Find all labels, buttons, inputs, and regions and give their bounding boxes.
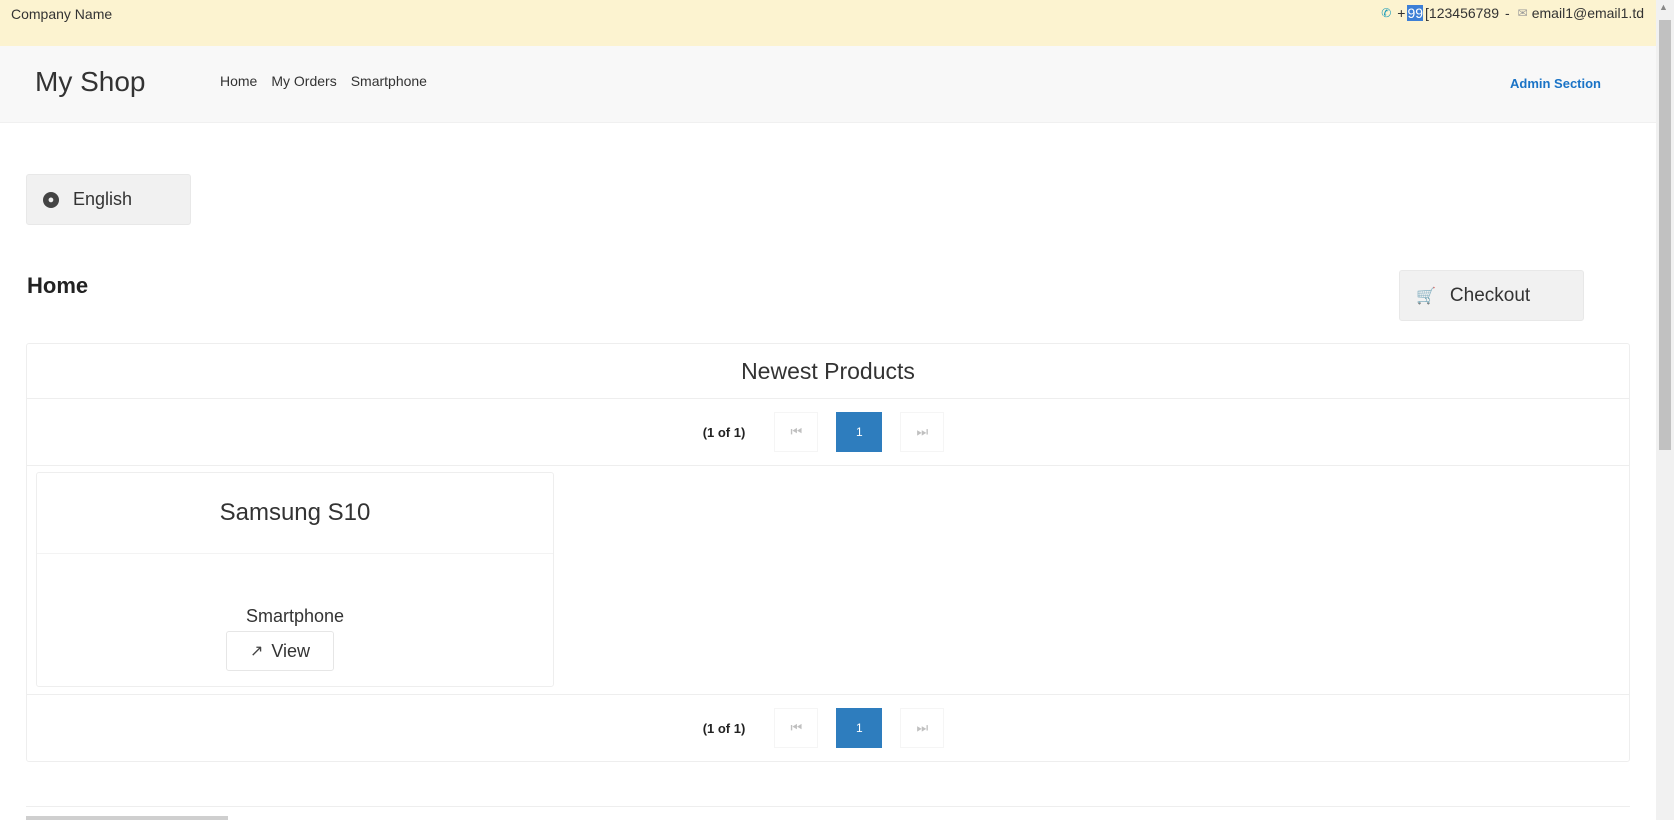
checkout-label: Checkout (1449, 284, 1531, 306)
navbar: My Shop Home My Orders Smartphone Admin … (0, 46, 1656, 123)
main-nav: Home My Orders Smartphone (220, 73, 427, 89)
horizontal-scroll-indicator[interactable] (26, 816, 228, 820)
top-info-bar: Company Name ✆ + 99 [123456789 - ✉ email… (0, 0, 1656, 46)
email-address: email1@email1.td (1531, 5, 1644, 21)
next-panel-edge (26, 806, 1630, 827)
phone-number: [123456789 (1425, 5, 1499, 21)
phone-prefix: + (1397, 5, 1406, 21)
cart-icon: 🛒 (1416, 287, 1436, 305)
last-page-icon[interactable]: ⏭ (900, 412, 945, 452)
admin-section-link[interactable]: Admin Section (1510, 76, 1601, 91)
paginator-top: (1 of 1) ⏮ 1 ⏭ (27, 399, 1629, 466)
newest-products-panel: Newest Products (1 of 1) ⏮ 1 ⏭ Samsung S… (26, 343, 1630, 762)
last-page-icon[interactable]: ⏭ (900, 708, 945, 748)
phone-icon: ✆ (1381, 6, 1392, 20)
nav-home[interactable]: Home (220, 73, 257, 89)
page-title: Home (27, 273, 89, 298)
page-count: (1 of 1) (702, 720, 746, 736)
contact-info: ✆ + 99 [123456789 - ✉ email1@email1.td (1381, 5, 1644, 21)
view-product-button[interactable]: ↗ View (226, 631, 334, 671)
scroll-up-icon[interactable]: ▲ (1659, 2, 1668, 12)
vertical-scrollbar[interactable]: ▲ (1656, 0, 1674, 820)
first-page-icon[interactable]: ⏮ (774, 708, 819, 748)
paginator-bottom: (1 of 1) ⏮ 1 ⏭ (27, 694, 1629, 761)
view-label: View (271, 640, 311, 661)
company-name: Company Name (11, 6, 113, 22)
language-label: English (73, 189, 133, 209)
product-category: Smartphone (245, 606, 345, 626)
nav-my-orders[interactable]: My Orders (271, 73, 336, 89)
checkout-button[interactable]: 🛒 Checkout (1399, 270, 1584, 321)
product-card: Samsung S10 Smartphone ↗ View (36, 472, 554, 687)
scrollbar-thumb[interactable] (1659, 20, 1671, 450)
product-name: Samsung S10 (37, 473, 553, 554)
mail-icon: ✉ (1517, 6, 1528, 20)
phone-selected-text: 99 (1407, 5, 1424, 21)
page-count: (1 of 1) (702, 424, 746, 440)
page-number-button[interactable]: 1 (836, 708, 883, 748)
language-button[interactable]: ● English (26, 174, 191, 225)
contact-separator: - (1505, 5, 1510, 21)
first-page-icon[interactable]: ⏮ (774, 412, 819, 452)
external-link-icon: ↗ (249, 643, 264, 660)
brand-logo[interactable]: My Shop (35, 66, 146, 98)
page-number-button[interactable]: 1 (836, 412, 883, 452)
globe-icon: ● (43, 191, 59, 208)
panel-header: Newest Products (27, 344, 1629, 399)
nav-smartphone[interactable]: Smartphone (351, 73, 427, 89)
